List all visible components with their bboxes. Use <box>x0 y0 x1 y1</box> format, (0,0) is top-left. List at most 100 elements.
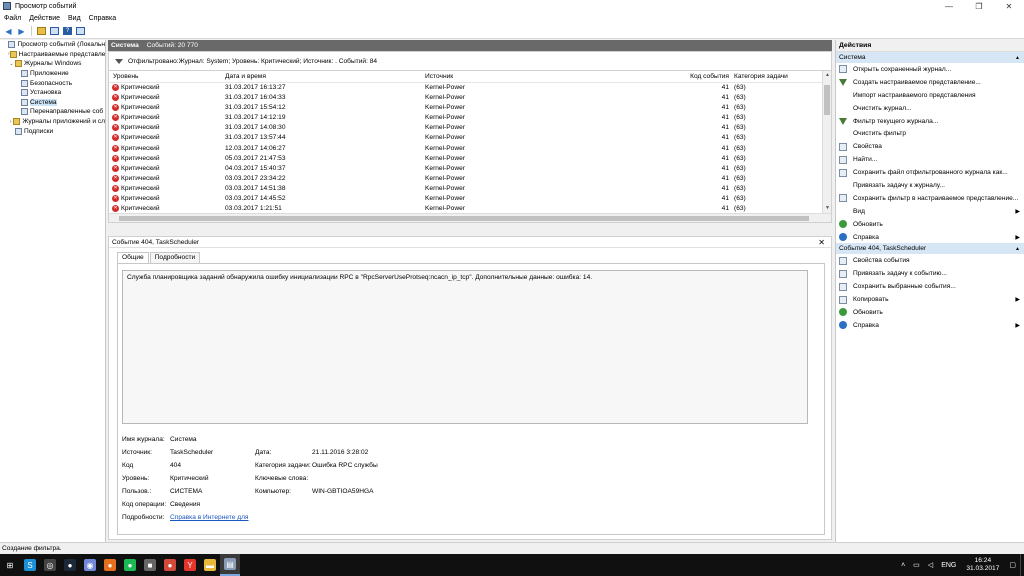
action-item[interactable]: Справка ▶ <box>836 319 1024 332</box>
action-item[interactable]: Вид ▶ <box>836 205 1024 218</box>
taskbar-firefox[interactable]: ● <box>100 554 120 576</box>
scroll-thumb[interactable] <box>824 85 830 115</box>
column-source[interactable]: Источник <box>425 73 453 80</box>
action-item[interactable]: Сохранить фильтр в настраиваемое предста… <box>836 192 1024 205</box>
tab-details[interactable]: Подробности <box>149 252 201 263</box>
tree-item[interactable]: Приложение <box>0 69 105 79</box>
taskbar-spotify[interactable]: ● <box>120 554 140 576</box>
table-row[interactable]: ✕ Критический 04.03.2017 15:40:37 Kernel-Po… <box>109 164 831 174</box>
language-indicator[interactable]: ENG <box>941 562 956 569</box>
folder-icon[interactable] <box>36 26 47 37</box>
volume-icon[interactable]: ◁ <box>928 561 933 569</box>
forward-arrow-icon[interactable]: ▶ <box>16 26 27 37</box>
table-row[interactable]: ✕ Критический 31.03.2017 16:04:33 Kernel-Po… <box>109 93 831 103</box>
actions-section-system[interactable]: Система ▲ <box>836 52 1024 63</box>
column-code[interactable]: Код события <box>669 73 729 80</box>
close-icon[interactable]: ✕ <box>818 238 825 247</box>
action-item[interactable]: Очистить фильтр <box>836 127 1024 140</box>
network-icon[interactable]: ▭ <box>913 561 920 569</box>
help-icon[interactable]: ? <box>62 26 73 37</box>
console-tree-icon[interactable] <box>49 26 60 37</box>
action-item-label: Сохранить фильтр в настраиваемое предста… <box>853 194 1019 202</box>
cell-source: Kernel-Power <box>425 84 465 91</box>
column-category[interactable]: Категория задачи <box>734 73 788 80</box>
tree-item[interactable]: Система <box>0 98 105 108</box>
cell-date: 03.03.2017 1:21:51 <box>225 205 282 213</box>
action-item[interactable]: Свойства <box>836 140 1024 153</box>
action-item[interactable]: Копировать ▶ <box>836 293 1024 306</box>
hscroll-thumb[interactable] <box>119 216 809 221</box>
menu-action[interactable]: Действие <box>29 15 60 22</box>
action-item[interactable]: Привязать задачу к журналу... <box>836 179 1024 192</box>
clock[interactable]: 16:24 31.03.2017 <box>966 557 999 573</box>
taskbar-steam[interactable]: ● <box>60 554 80 576</box>
action-item[interactable]: Создать настраиваемое представление... <box>836 76 1024 89</box>
chevron-up-icon[interactable]: ˄ <box>901 562 905 569</box>
tree-item[interactable]: Перенаправленные соб <box>0 107 105 117</box>
taskbar-browser[interactable]: ◎ <box>40 554 60 576</box>
collapse-up-icon[interactable]: ▲ <box>1015 246 1020 252</box>
back-arrow-icon[interactable]: ◀ <box>3 26 14 37</box>
table-row[interactable]: ✕ Критический 12.03.2017 14:06:27 Kernel-Po… <box>109 144 831 154</box>
show-desktop-button[interactable] <box>1020 554 1024 576</box>
taskbar-chrome[interactable]: ● <box>160 554 180 576</box>
scroll-down-arrow-icon[interactable]: ▼ <box>823 204 831 213</box>
action-pane-icon[interactable] <box>75 26 86 37</box>
blank-icon <box>839 91 847 99</box>
column-level[interactable]: Уровень <box>113 73 138 80</box>
taskbar-discord[interactable]: ◉ <box>80 554 100 576</box>
action-item[interactable]: Привязать задачу к событию... <box>836 267 1024 280</box>
tree-item[interactable]: Подписки <box>0 126 105 136</box>
table-row[interactable]: ✕ Критический 03.03.2017 14:51:38 Kernel-Po… <box>109 184 831 194</box>
grid-vertical-scrollbar[interactable]: ▲ ▼ <box>822 71 831 222</box>
expander-icon[interactable]: ⌄ <box>8 61 15 67</box>
action-item[interactable]: Справка ▶ <box>836 231 1024 244</box>
menu-file[interactable]: Файл <box>4 15 21 22</box>
tree-item[interactable]: ›Настраиваемые представле <box>0 50 105 60</box>
tree-item[interactable]: Просмотр событий (Локальн <box>0 40 105 50</box>
actions-section-event[interactable]: Событие 404, TaskScheduler ▲ <box>836 243 1024 255</box>
collapse-up-icon[interactable]: ▲ <box>1015 55 1020 61</box>
notifications-icon[interactable]: ▢ <box>1009 561 1016 569</box>
menu-help[interactable]: Справка <box>89 15 116 22</box>
maximize-button[interactable]: ❐ <box>964 0 994 12</box>
grid-horizontal-scrollbar[interactable] <box>109 213 831 222</box>
table-row[interactable]: ✕ Критический 31.03.2017 14:08:30 Kernel-Po… <box>109 123 831 133</box>
taskbar-yandex[interactable]: Y <box>180 554 200 576</box>
action-item[interactable]: Обновить <box>836 306 1024 319</box>
column-date[interactable]: Дата и время <box>225 73 266 80</box>
action-item[interactable]: Найти... <box>836 153 1024 166</box>
action-item[interactable]: Сохранить выбранные события... <box>836 280 1024 293</box>
log-header: Система Событий: 20 770 <box>108 40 832 51</box>
tab-general[interactable]: Общие <box>117 252 149 263</box>
tree-item[interactable]: Установка <box>0 88 105 98</box>
action-item[interactable]: Открыть сохраненный журнал... <box>836 63 1024 76</box>
action-item[interactable]: Свойства события <box>836 254 1024 267</box>
action-item[interactable]: Очистить журнал... <box>836 102 1024 115</box>
menu-view[interactable]: Вид <box>68 15 81 22</box>
action-item[interactable]: Фильтр текущего журнала... <box>836 115 1024 128</box>
taskbar-app-cube[interactable]: ■ <box>140 554 160 576</box>
event-description[interactable]: Служба планировщика заданий обнаружила о… <box>122 270 808 424</box>
action-item[interactable]: Сохранить файл отфильтрованного журнала … <box>836 166 1024 179</box>
taskbar-start[interactable]: ⊞ <box>0 554 20 576</box>
table-row[interactable]: ✕ Критический 31.03.2017 13:57:44 Kernel-Po… <box>109 133 831 143</box>
table-row[interactable]: ✕ Критический 31.03.2017 15:54:12 Kernel-Po… <box>109 103 831 113</box>
online-help-link[interactable]: Справка в Интернете для <box>170 514 249 521</box>
action-item[interactable]: Импорт настраиваемого представления <box>836 89 1024 102</box>
table-row[interactable]: ✕ Критический 31.03.2017 16:13:27 Kernel-Po… <box>109 83 831 93</box>
taskbar-skype[interactable]: S <box>20 554 40 576</box>
taskbar-event-viewer[interactable]: ▤ <box>220 554 240 576</box>
taskbar-explorer[interactable]: ▬ <box>200 554 220 576</box>
table-row[interactable]: ✕ Критический 05.03.2017 21:47:53 Kernel-Po… <box>109 154 831 164</box>
table-row[interactable]: ✕ Критический 31.03.2017 14:12:19 Kernel-Po… <box>109 113 831 123</box>
table-row[interactable]: ✕ Критический 03.03.2017 14:45:52 Kernel-Po… <box>109 194 831 204</box>
table-row[interactable]: ✕ Критический 03.03.2017 23:34:22 Kernel-Po… <box>109 174 831 184</box>
tree-item[interactable]: › Журналы приложений и сл <box>0 117 105 127</box>
tree-item[interactable]: ⌄ Журналы Windows <box>0 59 105 69</box>
close-button[interactable]: ✕ <box>994 0 1024 12</box>
scroll-up-arrow-icon[interactable]: ▲ <box>823 71 831 80</box>
minimize-button[interactable]: — <box>934 0 964 12</box>
action-item[interactable]: Обновить <box>836 218 1024 231</box>
tree-item[interactable]: Безопасность <box>0 78 105 88</box>
